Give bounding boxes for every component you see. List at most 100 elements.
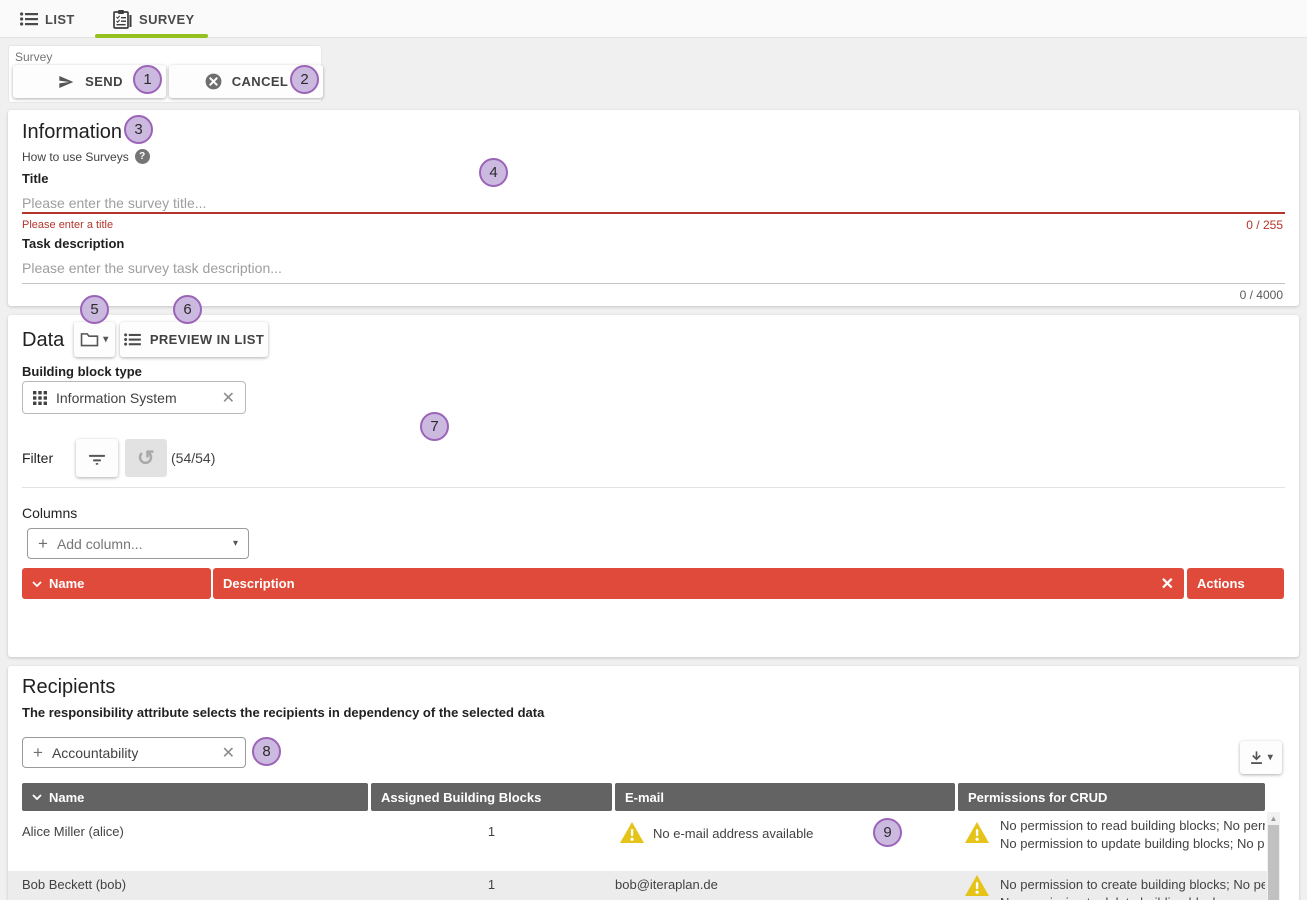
- recipient-permission-line: No permission to read building blocks; N…: [1000, 818, 1265, 833]
- recipient-name: Bob Beckett (bob): [22, 877, 362, 892]
- warning-icon: [965, 822, 989, 843]
- sort-chevron-down-icon: [32, 581, 42, 587]
- preview-in-list-label: PREVIEW IN LIST: [150, 332, 264, 347]
- saved-queries-folder-button[interactable]: ▾: [74, 322, 115, 357]
- building-block-type-chip[interactable]: Information System ✕: [22, 381, 246, 414]
- recipients-header-assigned-label: Assigned Building Blocks: [381, 790, 541, 805]
- recipient-email: bob@iteraplan.de: [615, 877, 845, 892]
- task-description-label: Task description: [22, 236, 124, 251]
- filter-count: (54/54): [171, 450, 215, 466]
- send-icon: [56, 74, 76, 90]
- column-header-actions[interactable]: Actions: [1187, 568, 1284, 599]
- table-row-alice[interactable]: Alice Miller (alice) 1 No e-mail address…: [8, 812, 1267, 871]
- recipient-assigned-count: 1: [371, 824, 612, 839]
- chevron-down-icon: ▾: [103, 334, 108, 345]
- download-button[interactable]: ▾: [1240, 741, 1282, 774]
- recipient-permission-line: No permission to delete building blocks: [1000, 895, 1265, 900]
- annotation-badge-7: 7: [420, 412, 449, 441]
- remove-building-block-type-icon[interactable]: ✕: [222, 388, 235, 408]
- warning-icon: [965, 875, 989, 896]
- recipients-header-assigned[interactable]: Assigned Building Blocks: [371, 783, 612, 811]
- add-column-select[interactable]: + Add column... ▾: [27, 528, 249, 559]
- annotation-badge-2: 2: [290, 65, 319, 94]
- title-error-text: Please enter a title: [22, 219, 113, 231]
- folder-icon: [80, 332, 99, 347]
- recipients-header-permissions[interactable]: Permissions for CRUD: [958, 783, 1265, 811]
- warning-icon: [620, 822, 644, 843]
- annotation-badge-4: 4: [479, 158, 508, 187]
- tab-survey[interactable]: SURVEY: [95, 0, 208, 38]
- cancel-button-label: CANCEL: [232, 74, 289, 89]
- undo-icon: ↺: [137, 448, 155, 469]
- remove-attribute-icon[interactable]: ✕: [222, 743, 235, 763]
- responsibility-attribute-chip[interactable]: + Accountability ✕: [22, 737, 246, 768]
- preview-in-list-button[interactable]: PREVIEW IN LIST: [120, 322, 268, 357]
- column-header-description[interactable]: Description ✕: [213, 568, 1184, 599]
- recipients-header-email[interactable]: E-mail: [615, 783, 955, 811]
- plus-icon: +: [38, 534, 48, 554]
- data-card: Data ▾ PREVIEW IN LIST Building block ty…: [8, 315, 1299, 657]
- filter-label: Filter: [22, 450, 53, 466]
- tab-list[interactable]: LIST: [20, 0, 75, 38]
- column-header-name-label: Name: [49, 576, 84, 591]
- task-char-counter: 0 / 4000: [1240, 288, 1283, 302]
- remove-column-icon[interactable]: ✕: [1161, 574, 1174, 594]
- annotation-badge-5: 5: [80, 295, 109, 324]
- recipient-email: No e-mail address available: [653, 826, 883, 841]
- survey-clipboard-icon: [113, 9, 132, 30]
- recipients-subtitle: The responsibility attribute selects the…: [22, 705, 544, 720]
- column-header-description-label: Description: [223, 576, 1154, 591]
- help-icon[interactable]: ?: [135, 149, 150, 164]
- send-button-label: SEND: [85, 74, 123, 89]
- download-icon: [1249, 750, 1264, 766]
- title-label: Title: [22, 171, 49, 186]
- recipients-heading: Recipients: [22, 676, 115, 699]
- attribute-chip-value: Accountability: [52, 745, 213, 761]
- title-input-underline: [22, 212, 1285, 214]
- scrollbar-up-arrow-icon[interactable]: ▲: [1267, 814, 1280, 823]
- task-description-input[interactable]: Please enter the survey task description…: [22, 260, 282, 276]
- chevron-down-icon: ▾: [233, 538, 238, 549]
- table-scrollbar[interactable]: ▲: [1267, 812, 1280, 900]
- survey-toolbar-panel: Survey SEND CANCEL: [8, 45, 322, 103]
- list-icon: [124, 333, 141, 346]
- column-header-actions-label: Actions: [1197, 576, 1245, 591]
- title-input[interactable]: Please enter the survey title...: [22, 195, 206, 211]
- undo-filter-button[interactable]: ↺: [125, 439, 167, 477]
- task-input-underline: [22, 283, 1285, 284]
- recipients-header-name-label: Name: [49, 790, 84, 805]
- column-header-name[interactable]: Name: [22, 568, 211, 599]
- list-icon: [20, 12, 38, 26]
- recipients-header-permissions-label: Permissions for CRUD: [968, 790, 1107, 805]
- annotation-badge-8: 8: [252, 737, 281, 766]
- recipients-header-name[interactable]: Name: [22, 783, 368, 811]
- tab-list-label: LIST: [45, 12, 75, 27]
- recipient-permission-line: No permission to create building blocks;…: [1000, 877, 1265, 892]
- sort-chevron-down-icon: [32, 794, 42, 800]
- building-block-type-label: Building block type: [22, 364, 142, 379]
- annotation-badge-6: 6: [173, 295, 202, 324]
- add-column-placeholder: Add column...: [57, 536, 224, 552]
- scrollbar-thumb[interactable]: [1268, 825, 1279, 900]
- top-tab-bar: LIST SURVEY: [0, 0, 1307, 38]
- annotation-badge-1: 1: [133, 65, 162, 94]
- tab-survey-label: SURVEY: [139, 12, 195, 27]
- recipients-card: Recipients The responsibility attribute …: [8, 666, 1299, 900]
- how-to-use-surveys-link[interactable]: How to use Surveys ?: [22, 149, 150, 164]
- filter-button[interactable]: [76, 439, 118, 477]
- active-tab-underline: [95, 34, 208, 38]
- table-row-bob[interactable]: Bob Beckett (bob) 1 bob@iteraplan.de No …: [8, 871, 1267, 900]
- survey-panel-label: Survey: [15, 50, 52, 64]
- help-link-label: How to use Surveys: [22, 150, 129, 164]
- information-heading: Information: [22, 121, 122, 144]
- recipient-assigned-count: 1: [371, 877, 612, 892]
- annotation-badge-9: 9: [873, 818, 902, 847]
- grid-icon: [33, 391, 47, 405]
- divider: [22, 487, 1285, 488]
- data-heading: Data: [22, 329, 64, 352]
- recipients-header-email-label: E-mail: [625, 790, 664, 805]
- building-block-type-value: Information System: [56, 390, 213, 406]
- chevron-down-icon: ▾: [1268, 752, 1273, 763]
- title-char-counter: 0 / 255: [1246, 218, 1283, 232]
- recipient-permission-line: No permission to update building blocks;…: [1000, 836, 1265, 851]
